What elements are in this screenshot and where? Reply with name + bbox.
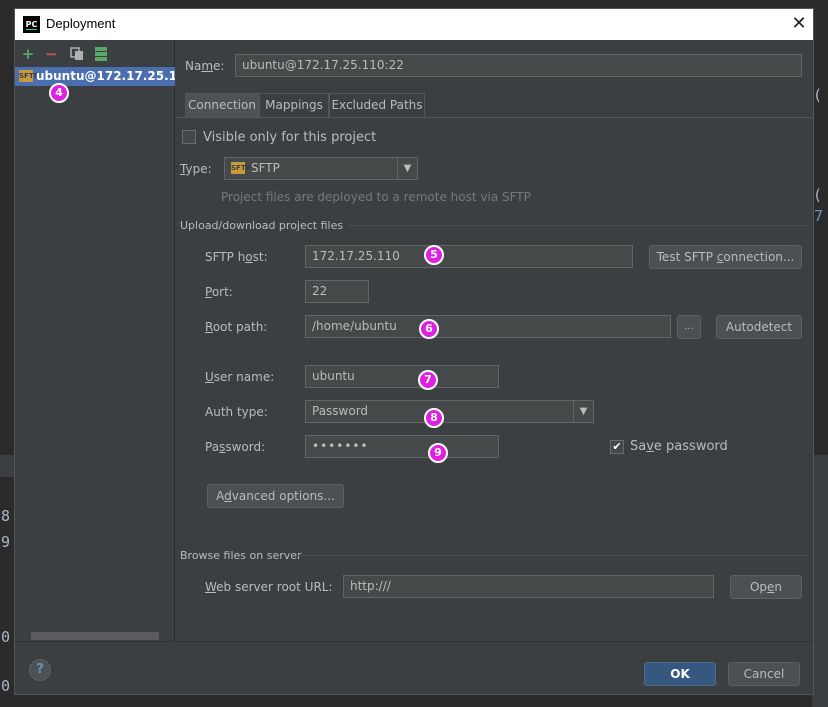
type-select[interactable]: SFTP SFTP ▼ <box>224 157 418 180</box>
browse-section-title: Browse files on server <box>180 549 302 562</box>
help-icon[interactable]: ? <box>29 659 51 681</box>
user-name-input[interactable]: ubuntu <box>305 365 499 388</box>
sftp-icon: SFTP <box>231 162 251 174</box>
tab-mappings[interactable]: Mappings <box>259 93 329 118</box>
dialog-footer: ? OK Cancel <box>15 641 813 694</box>
web-root-url-input[interactable]: http:/// <box>343 575 714 598</box>
ok-button[interactable]: OK <box>644 662 716 686</box>
root-path-label: Root path: <box>205 320 268 334</box>
chevron-down-icon: ▼ <box>573 401 593 422</box>
bg-code-glyph: 9 <box>1 533 11 551</box>
bg-code-glyph: 0 <box>1 628 11 646</box>
browse-button[interactable]: ... <box>677 315 701 339</box>
title-bar: PC Deployment ✕ <box>15 9 813 40</box>
cancel-button[interactable]: Cancel <box>728 662 800 686</box>
port-input[interactable]: 22 <box>305 280 369 303</box>
password-label: Password: <box>205 440 266 454</box>
advanced-options-button[interactable]: Advanced options... <box>207 484 344 508</box>
web-root-label: Web server root URL: <box>205 580 333 594</box>
autodetect-button[interactable]: Autodetect <box>716 315 802 339</box>
root-path-input[interactable]: /home/ubuntu <box>305 315 671 338</box>
tab-excluded-paths[interactable]: Excluded Paths <box>329 93 425 118</box>
annotation-badge: 8 <box>424 408 444 428</box>
close-button[interactable]: ✕ <box>787 12 811 36</box>
server-item[interactable]: SFTP ubuntu@172.17.25.110: <box>15 67 175 86</box>
deployment-dialog: PC Deployment ✕ + − SFTP ubuntu@172.17.2… <box>14 8 814 695</box>
remove-icon[interactable]: − <box>43 46 59 62</box>
bg-code-glyph: ( <box>813 186 823 204</box>
name-label: Name: <box>185 59 225 73</box>
open-button[interactable]: Open <box>730 575 802 599</box>
horizontal-scrollbar[interactable] <box>31 632 159 640</box>
pycharm-icon: PC <box>23 16 40 33</box>
tab-separator <box>175 117 813 118</box>
sftp-host-label: SFTP host: <box>205 250 268 264</box>
type-hint: Project files are deployed to a remote h… <box>221 190 531 204</box>
annotation-badge: 9 <box>428 443 448 463</box>
copy-icon[interactable] <box>70 47 84 61</box>
section-separator <box>348 225 808 226</box>
bg-code-glyph: ( <box>813 86 823 104</box>
server-list-pane: + − SFTP ubuntu@172.17.25.110: <box>15 40 175 641</box>
sftp-host-input[interactable]: 172.17.25.110 <box>305 245 633 268</box>
annotation-badge: 5 <box>424 245 444 265</box>
type-label: Type: <box>180 162 212 176</box>
visible-only-checkbox[interactable] <box>182 130 196 144</box>
server-item-label: ubuntu@172.17.25.110: <box>36 69 175 83</box>
user-name-label: User name: <box>205 370 275 384</box>
add-icon[interactable]: + <box>20 46 36 62</box>
test-connection-button[interactable]: Test SFTP connection... <box>649 245 802 269</box>
bg-code-glyph: 8 <box>1 507 11 525</box>
auth-type-label: Auth type: <box>205 405 268 419</box>
save-password-label: Save password <box>630 439 728 454</box>
chevron-down-icon: ▼ <box>397 158 417 179</box>
annotation-badge: 6 <box>419 319 439 339</box>
ide-right-panel <box>812 477 828 707</box>
password-input[interactable]: ••••••• <box>305 435 499 458</box>
default-server-icon[interactable] <box>94 46 108 62</box>
bg-code-glyph: 7 <box>814 207 824 225</box>
upload-section-title: Upload/download project files <box>180 219 344 232</box>
auth-type-select[interactable]: Password ▼ <box>305 400 594 423</box>
visible-only-label: Visible only for this project <box>203 130 377 145</box>
bg-code-glyph: 0 <box>1 677 11 695</box>
annotation-badge: 7 <box>418 370 438 390</box>
tab-connection[interactable]: Connection <box>185 93 259 118</box>
sftp-server-icon: SFTP <box>19 70 39 82</box>
port-label: Port: <box>205 285 233 299</box>
name-input[interactable]: ubuntu@172.17.25.110:22 <box>235 54 802 77</box>
section-separator <box>298 555 808 556</box>
annotation-badge: 4 <box>49 83 69 103</box>
save-password-checkbox[interactable]: ✔ <box>610 440 624 454</box>
window-title: Deployment <box>46 16 116 31</box>
